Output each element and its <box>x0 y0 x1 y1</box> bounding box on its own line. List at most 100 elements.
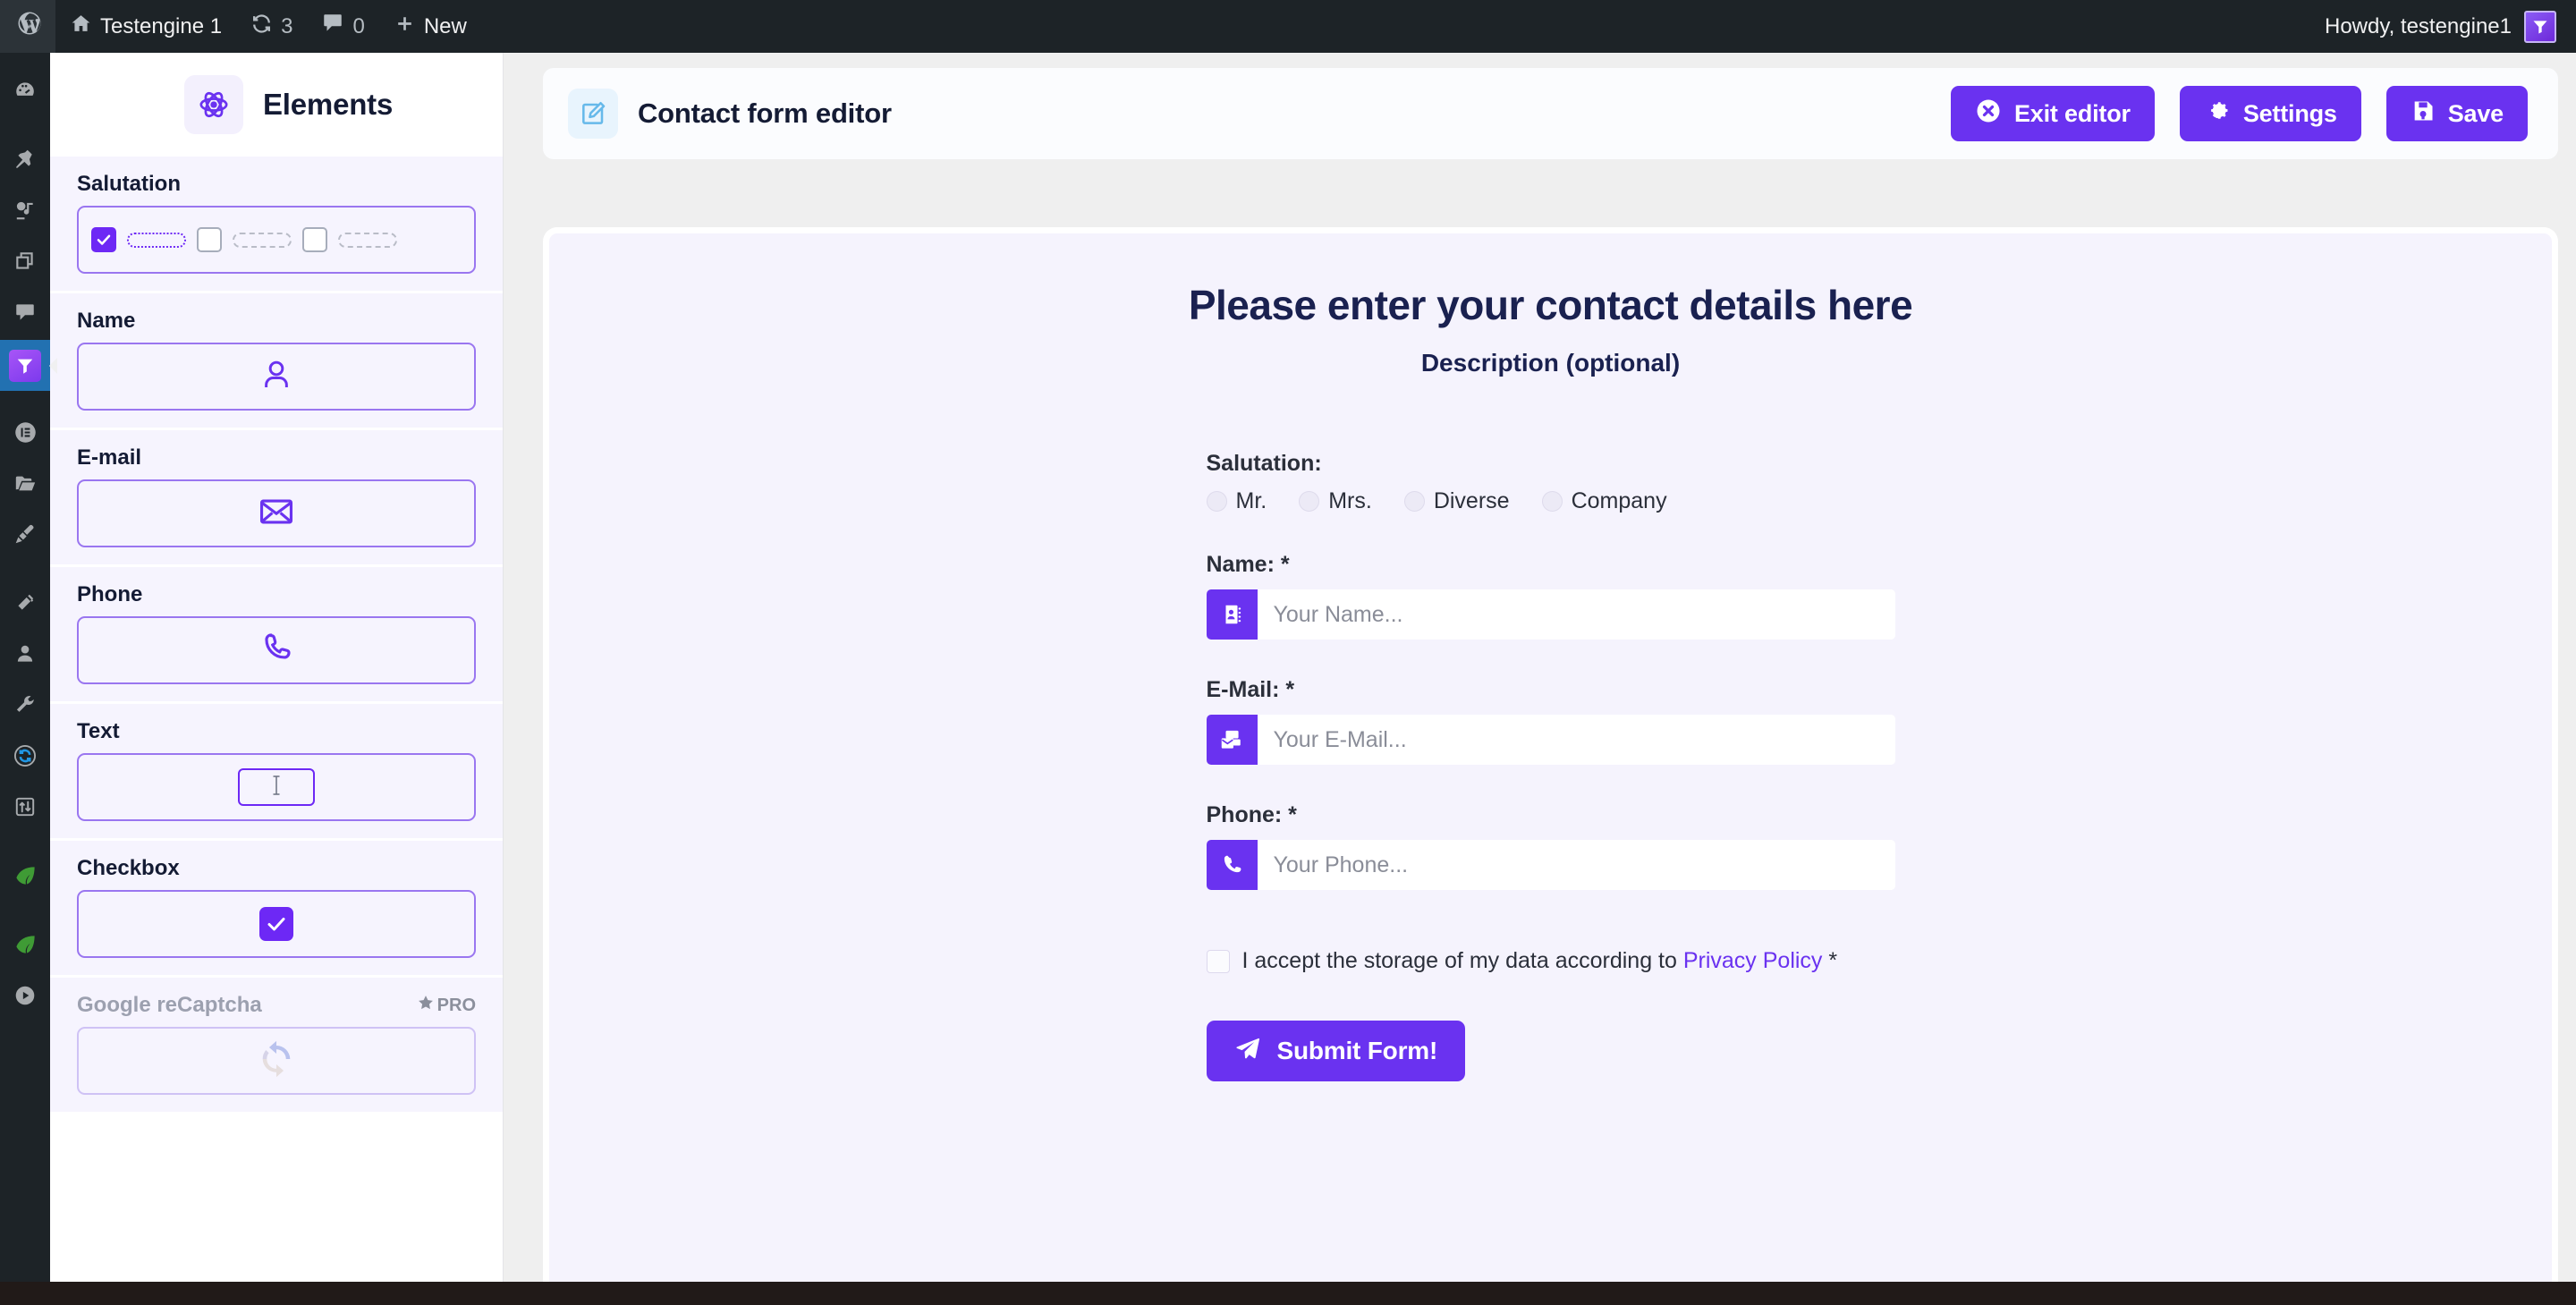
browser-bottom-strip <box>0 1282 2576 1305</box>
sidebar-item-settings[interactable] <box>0 784 50 835</box>
sidebar-item-pages[interactable] <box>0 238 50 289</box>
paint-brush-icon <box>13 522 37 550</box>
element-label: E-mail <box>77 445 142 470</box>
address-book-icon <box>1206 589 1258 640</box>
exit-editor-label: Exit editor <box>2013 99 2131 127</box>
new-content-menu[interactable]: New <box>379 0 481 53</box>
element-card-text[interactable]: Text <box>50 704 503 841</box>
sidebar-item-tools[interactable] <box>0 682 50 733</box>
star-icon <box>417 994 435 1017</box>
sidebar-item-comments[interactable] <box>0 289 50 340</box>
consent-text-after: * <box>1822 948 1838 973</box>
exit-editor-button[interactable]: Exit editor <box>1950 86 2155 141</box>
radio-circle-icon[interactable] <box>1541 491 1563 512</box>
form-title: Please enter your contact details here <box>1188 282 1913 328</box>
element-card-email[interactable]: E-mail <box>50 430 503 567</box>
menu-separator <box>0 562 50 580</box>
sidebar-item-elementor[interactable] <box>0 409 50 460</box>
sidebar-item-video-plugin[interactable] <box>0 972 50 1023</box>
paper-plane-icon <box>1234 1035 1261 1068</box>
phone-input[interactable] <box>1257 840 1895 890</box>
wordpress-logo-icon <box>16 10 43 43</box>
checkbox-unchecked-icon <box>302 227 327 252</box>
sidebar-item-plugins[interactable] <box>0 580 50 631</box>
radio-circle-icon[interactable] <box>1299 491 1320 512</box>
comment-bubble-icon <box>321 12 344 41</box>
privacy-policy-link[interactable]: Privacy Policy <box>1683 948 1823 973</box>
submit-label: Submit Form! <box>1276 1037 1438 1064</box>
admin-menu-rail <box>0 53 50 1282</box>
radio-option-mrs[interactable]: Mrs. <box>1299 488 1372 514</box>
radio-circle-icon[interactable] <box>1403 491 1425 512</box>
wp-logo-menu[interactable] <box>0 0 55 53</box>
element-preview-salutation <box>77 206 476 274</box>
sidebar-item-dashboard[interactable] <box>0 67 50 118</box>
element-label: Name <box>77 309 136 333</box>
radio-option-diverse[interactable]: Diverse <box>1403 488 1510 514</box>
folder-open-icon <box>13 471 38 500</box>
menu-separator <box>0 835 50 852</box>
save-label: Save <box>2447 99 2504 127</box>
funnel-icon <box>9 349 41 382</box>
element-label: Phone <box>77 582 143 606</box>
howdy-label: Howdy, testengine1 <box>2324 13 2512 38</box>
email-input[interactable] <box>1257 715 1895 765</box>
gear-icon <box>2204 97 2231 131</box>
submit-form-button[interactable]: Submit Form! <box>1206 1021 1466 1081</box>
form-preview-inner: Please enter your contact details here D… <box>549 233 2552 1081</box>
updates-count: 3 <box>281 13 293 38</box>
wrench-icon <box>13 693 37 721</box>
account-menu[interactable]: Howdy, testengine1 <box>2324 10 2576 43</box>
sidebar-item-users[interactable] <box>0 631 50 682</box>
sidebar-item-updates[interactable] <box>0 733 50 784</box>
element-card-salutation[interactable]: Salutation <box>50 157 503 293</box>
sidebar-item-media-folders[interactable] <box>0 460 50 511</box>
name-input-row <box>1206 589 1895 640</box>
consent-text: I accept the storage of my data accordin… <box>1242 948 1838 974</box>
new-label: New <box>423 13 467 38</box>
avatar[interactable] <box>2524 10 2556 43</box>
editor-actions: Exit editor Settings Save <box>1950 86 2528 141</box>
radio-option-mr[interactable]: Mr. <box>1206 488 1267 514</box>
element-preview-recaptcha <box>77 1027 476 1095</box>
sidebar-item-leaf-plugin-1[interactable] <box>0 852 50 903</box>
elements-panel: Elements Salutation Name E-mail Phone Te… <box>50 53 504 1282</box>
updates-menu[interactable]: 3 <box>236 0 307 53</box>
element-card-name[interactable]: Name <box>50 293 503 430</box>
sidebar-item-forms[interactable] <box>0 340 50 391</box>
element-preview-email <box>77 479 476 547</box>
menu-separator <box>0 903 50 921</box>
atom-icon <box>184 75 243 134</box>
pro-badge: PRO <box>417 994 476 1017</box>
name-input[interactable] <box>1257 589 1895 640</box>
site-name-label: Testengine 1 <box>100 13 223 38</box>
pin-icon <box>13 148 37 175</box>
page-title: Contact form editor <box>638 97 892 129</box>
sidebar-item-leaf-plugin-2[interactable] <box>0 921 50 972</box>
sidebar-item-media[interactable] <box>0 187 50 238</box>
updates-icon <box>250 13 273 41</box>
panel-title: Elements <box>263 88 394 121</box>
radio-circle-icon[interactable] <box>1206 491 1227 512</box>
email-input-row <box>1206 715 1895 765</box>
sidebar-item-appearance[interactable] <box>0 511 50 562</box>
text-cursor-icon <box>267 774 285 801</box>
element-card-checkbox[interactable]: Checkbox <box>50 841 503 978</box>
leaf-icon <box>13 933 38 962</box>
comments-menu[interactable]: 0 <box>307 0 378 53</box>
phone-field-group: Phone: * <box>1206 802 1895 890</box>
plus-icon <box>394 13 416 41</box>
save-button[interactable]: Save <box>2385 86 2528 141</box>
placeholder-pill <box>127 232 186 248</box>
menu-separator <box>0 391 50 409</box>
sidebar-item-posts[interactable] <box>0 136 50 187</box>
settings-button[interactable]: Settings <box>2179 86 2361 141</box>
consent-row: I accept the storage of my data accordin… <box>1206 948 1895 974</box>
element-card-phone[interactable]: Phone <box>50 567 503 704</box>
radio-option-company[interactable]: Company <box>1541 488 1667 514</box>
site-name-menu[interactable]: Testengine 1 <box>55 0 236 53</box>
plug-icon <box>13 591 37 619</box>
close-circle-icon <box>1975 97 2002 131</box>
radio-label: Diverse <box>1433 488 1510 513</box>
consent-checkbox[interactable] <box>1206 949 1230 973</box>
